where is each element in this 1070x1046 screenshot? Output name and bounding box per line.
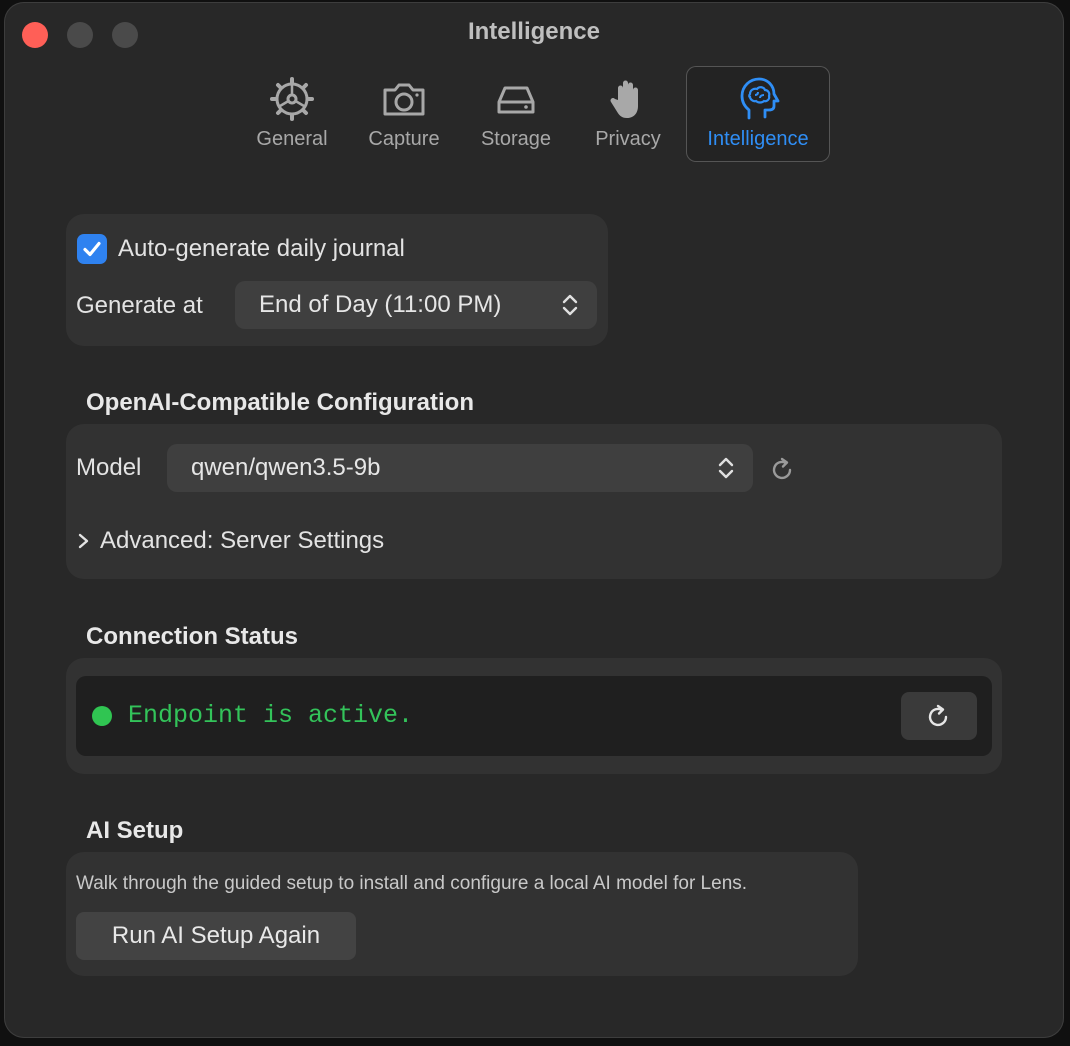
run-ai-setup-button[interactable]: Run AI Setup Again [76, 912, 356, 960]
status-text: Endpoint is active. [128, 701, 414, 730]
chevron-updown-icon [562, 294, 578, 316]
drive-icon [497, 86, 535, 114]
tab-storage[interactable]: Storage [460, 66, 572, 162]
connection-status-panel: Endpoint is active. [76, 676, 992, 756]
refresh-models-button[interactable] [766, 452, 800, 486]
chevron-right-icon [78, 533, 89, 549]
model-label: Model [76, 454, 142, 481]
connection-status-group: Endpoint is active. [66, 658, 1002, 774]
auto-generate-checkbox[interactable] [77, 234, 107, 264]
tab-privacy-label: Privacy [595, 128, 661, 150]
tab-capture-label: Capture [368, 128, 440, 150]
refresh-icon [928, 704, 948, 727]
generate-at-value: End of Day (11:00 PM) [259, 291, 502, 318]
advanced-disclosure[interactable]: Advanced: Server Settings [76, 524, 384, 558]
preferences-tab-bar: General Capture Storage Privacy Intellig… [4, 66, 1064, 166]
auto-generate-label: Auto-generate daily journal [118, 235, 405, 262]
tab-intelligence[interactable]: Intelligence [686, 66, 830, 162]
checkmark-icon [83, 241, 101, 257]
advanced-label: Advanced: Server Settings [100, 527, 385, 554]
gear-icon [270, 77, 314, 121]
tab-privacy[interactable]: Privacy [572, 66, 684, 162]
ai-setup-section-title: AI Setup [86, 817, 184, 844]
connection-section-title: Connection Status [86, 623, 299, 650]
tab-intelligence-label: Intelligence [707, 128, 809, 150]
window-title: Intelligence [467, 18, 601, 45]
status-indicator-dot [92, 706, 112, 726]
recheck-connection-button[interactable] [901, 692, 977, 740]
brain-head-icon [740, 77, 780, 120]
hand-icon [610, 80, 638, 118]
generate-at-label: Generate at [76, 292, 203, 319]
preferences-window: Intelligence General Capture Storage Pri… [4, 2, 1064, 1038]
camera-icon [383, 83, 425, 116]
chevron-updown-icon [718, 457, 734, 479]
model-value: qwen/qwen3.5-9b [191, 454, 381, 481]
tab-capture[interactable]: Capture [348, 66, 460, 162]
ai-setup-description: Walk through the guided setup to install… [76, 873, 748, 894]
openai-config-group: Model qwen/qwen3.5-9b Advanced: Server S… [66, 424, 1002, 579]
tab-storage-label: Storage [480, 128, 552, 150]
tab-general-label: General [256, 128, 328, 150]
openai-section-title: OpenAI-Compatible Configuration [86, 389, 474, 416]
journal-group: Auto-generate daily journal Generate at … [66, 214, 608, 346]
tab-general[interactable]: General [236, 66, 348, 162]
refresh-icon [772, 457, 792, 480]
generate-at-select[interactable]: End of Day (11:00 PM) [235, 281, 597, 329]
model-select[interactable]: qwen/qwen3.5-9b [167, 444, 753, 492]
ai-setup-group: Walk through the guided setup to install… [66, 852, 858, 976]
